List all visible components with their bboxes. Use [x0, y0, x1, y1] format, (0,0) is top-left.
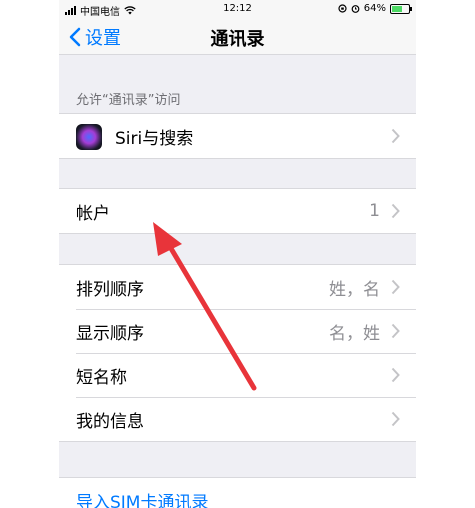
row-label: 排列顺序: [76, 279, 144, 300]
row-siri-search[interactable]: Siri与搜索: [59, 114, 416, 158]
row-value: 1: [369, 201, 380, 221]
lock-rotation-icon: [338, 4, 347, 13]
chevron-right-icon: [391, 203, 400, 219]
phone-screen: 中国电信 12:12 64% 设置 通讯录 允许“通讯录”访问 Siri与搜索 …: [59, 0, 416, 508]
page-title: 通讯录: [210, 29, 265, 50]
row-value: 姓，名: [329, 279, 380, 300]
row-display-order[interactable]: 显示顺序 名，姓: [59, 309, 416, 353]
battery-icon: [390, 3, 412, 14]
group-display-settings: 排列顺序 姓，名 显示顺序 名，姓 短名称 我的信息: [59, 264, 416, 442]
row-label: 帐户: [76, 203, 110, 224]
row-label: 短名称: [76, 367, 127, 388]
chevron-right-icon: [391, 411, 400, 427]
row-label: 显示顺序: [76, 323, 144, 344]
section-header-access: 允许“通讯录”访问: [76, 93, 181, 108]
row-import-sim[interactable]: 导入SIM卡通讯录: [59, 478, 416, 508]
chevron-right-icon: [391, 128, 400, 144]
battery-fill: [392, 5, 402, 12]
row-label: 导入SIM卡通讯录: [76, 492, 209, 508]
row-short-name[interactable]: 短名称: [59, 353, 416, 397]
group-import: 导入SIM卡通讯录: [59, 477, 416, 508]
row-label: Siri与搜索: [115, 128, 194, 149]
group-access: Siri与搜索: [59, 113, 416, 159]
status-right: 64%: [338, 3, 412, 14]
row-accounts[interactable]: 帐户 1: [59, 189, 416, 233]
navigation-bar: 设置 通讯录: [59, 18, 416, 55]
chevron-right-icon: [391, 367, 400, 383]
group-accounts: 帐户 1: [59, 188, 416, 234]
alarm-icon: [351, 5, 360, 13]
battery-percent: 64%: [363, 3, 386, 14]
status-bar: 中国电信 12:12 64%: [59, 0, 416, 18]
row-value: 名，姓: [329, 323, 380, 344]
row-my-info[interactable]: 我的信息: [59, 397, 416, 441]
chevron-right-icon: [391, 279, 400, 295]
chevron-right-icon: [391, 323, 400, 339]
siri-icon: [76, 124, 102, 150]
row-label: 我的信息: [76, 411, 144, 432]
row-sort-order[interactable]: 排列顺序 姓，名: [59, 265, 416, 309]
